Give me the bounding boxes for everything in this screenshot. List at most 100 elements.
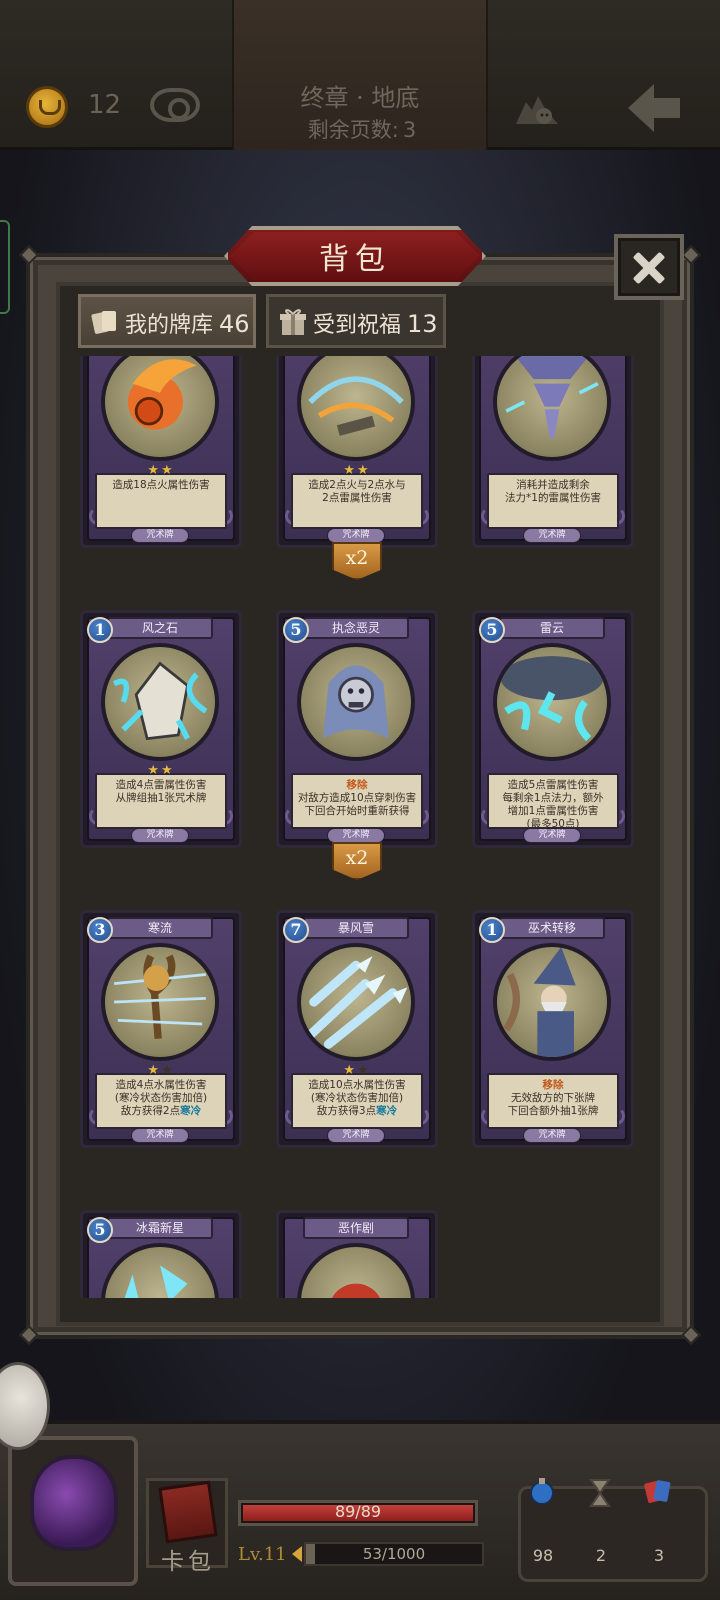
card-keyword: 移除 (542, 1079, 564, 1091)
back-arrow-icon[interactable] (624, 80, 684, 136)
fire-icon (127, 359, 197, 430)
cards-icon[interactable] (643, 1476, 673, 1506)
card-name: 执念恶灵 (303, 617, 409, 639)
eye-icon[interactable] (150, 88, 200, 122)
card-desc-line: (寒冷状态伤害加倍) (310, 1092, 404, 1104)
spell-card[interactable]: ★★ 造成18点火属性伤害 咒术牌 (80, 356, 242, 548)
card-desc-line: 2点雷属性伤害 (322, 492, 392, 504)
card-art-blizzard (297, 943, 415, 1061)
tornado-icon (505, 356, 599, 439)
wizard-icon (503, 947, 576, 1057)
mana-cost-badge: 5 (479, 617, 505, 643)
card-rank: ★★ (83, 1063, 239, 1078)
tab-label: 受到祝福 13 (313, 307, 438, 339)
xp-arrow-icon (292, 1546, 302, 1562)
card-art-prank (297, 1243, 415, 1298)
card-name: 暴风雪 (303, 917, 409, 939)
card-desc-keyword: 寒冷 (376, 1105, 398, 1117)
game-screen: 12 终章 · 地底 剩余页数: 3 背包 我的牌库 46 受到祝福 13 ★★… (0, 0, 720, 1600)
card-type-tag: 咒术牌 (131, 1128, 189, 1143)
card-rank: ★★ (83, 463, 239, 478)
spell-card[interactable]: 冰霜新星 5 (80, 1210, 242, 1298)
card-description: 消耗并造成剩余 法力*1的雷属性伤害 (487, 473, 619, 529)
spell-card[interactable]: 寒流 3 ★★ 造成4点水属性伤害 (寒冷状态伤害加倍) 敌方获得2点寒冷 咒术牌 (80, 910, 242, 1148)
card-art-stone (101, 643, 219, 761)
card-type-tag: 咒术牌 (327, 528, 385, 543)
cold-icon (114, 954, 206, 1039)
spell-card[interactable]: 恶作剧 (276, 1210, 438, 1298)
card-desc-text: 敌方获得2点 (120, 1105, 181, 1117)
card-desc-line: (寒冷状态伤害加倍) (114, 1092, 208, 1104)
card-description: 移除 无效敌方的下张牌 下回合额外抽1张牌 (487, 1073, 619, 1129)
star-empty-icon: ★ (161, 1063, 175, 1078)
card-desc-line: 造成10点水属性伤害 (308, 1079, 406, 1091)
tab-blessings[interactable]: 受到祝福 13 (266, 294, 446, 348)
card-desc-keyword: 寒冷 (180, 1105, 202, 1117)
card-desc-line: 造成18点火属性伤害 (112, 479, 210, 491)
spellbook-icon (158, 1480, 218, 1544)
mana-cost-badge: 1 (479, 917, 505, 943)
star-icon: ★ (147, 1063, 161, 1078)
card-desc-line: 敌方获得2点寒冷 (97, 1105, 225, 1118)
spell-card[interactable]: 雷云 5 造成5点雷属性伤害 每剩余1点法力，额外 增加1点雷属性伤害 (最多50点) 咒术… (472, 610, 634, 848)
side-panel-tab[interactable] (0, 220, 10, 314)
pages-left-value: 3 (402, 118, 417, 142)
hourglass-icon[interactable] (585, 1478, 615, 1508)
tab-count: 46 (219, 310, 250, 338)
card-description: 造成5点雷属性伤害 每剩余1点法力，额外 增加1点雷属性伤害 (最多50点) (487, 773, 619, 830)
card-rank: ★★ (279, 463, 435, 478)
tab-my-deck[interactable]: 我的牌库 46 (78, 294, 256, 348)
spell-card[interactable]: 风之石 1 ★★ 造成4点雷属性伤害 从牌组抽1张咒术牌 咒术牌 (80, 610, 242, 848)
cloud-icon (500, 656, 604, 742)
card-art-tornado (493, 356, 611, 461)
star-icon: ★ (343, 1063, 357, 1078)
modal-header: 背包 (224, 226, 486, 286)
card-name: 雷云 (499, 617, 605, 639)
card-keyword: 移除 (346, 779, 368, 791)
mana-cost-badge: 3 (87, 917, 113, 943)
card-description: 造成10点水属性伤害 (寒冷状态伤害加倍) 敌方获得3点寒冷 (291, 1073, 423, 1129)
card-type-tag: 咒术牌 (131, 528, 189, 543)
duplicate-count-badge: x2 (332, 542, 382, 580)
card-rank: ★★ (83, 763, 239, 778)
card-desc-line: 下回合额外抽1张牌 (507, 1105, 599, 1117)
potion-count: 98 (532, 1546, 554, 1565)
card-type-tag: 咒术牌 (523, 828, 581, 843)
card-desc-text: 敌方获得3点 (316, 1105, 377, 1117)
modal-title: 背包 (319, 242, 391, 277)
card-desc-line: 敌方获得3点寒冷 (293, 1105, 421, 1118)
star-icon: ★ (161, 763, 175, 778)
spell-card[interactable]: 巫术转移 1 移除 无效敌方的下张牌 下回合额外抽1张牌 咒术牌 (472, 910, 634, 1148)
card-desc-line: 增加1点雷属性伤害 (507, 805, 599, 817)
spell-card[interactable]: ★★ 造成2点火与2点水与 2点雷属性伤害 咒术牌 (276, 356, 438, 548)
ghost-icon (323, 665, 389, 739)
card-art-storm (297, 356, 415, 461)
mana-cost-badge: 1 (87, 617, 113, 643)
hourglass-count: 2 (595, 1546, 607, 1565)
spell-card[interactable]: 消耗并造成剩余 法力*1的雷属性伤害 咒术牌 (472, 356, 634, 548)
potion-icon[interactable] (527, 1476, 557, 1506)
card-art-ghost (297, 643, 415, 761)
stone-icon (112, 661, 208, 741)
map-icon[interactable] (512, 88, 562, 128)
card-art-cloud (493, 643, 611, 761)
close-button[interactable] (614, 234, 684, 300)
chapter-title: 终章 · 地底 (300, 84, 420, 112)
card-desc-line: 对敌方造成10点穿刺伤害 (297, 792, 417, 804)
spell-card[interactable]: 暴风雪 7 ★★ 造成10点水属性伤害 (寒冷状态伤害加倍) 敌方获得3点寒冷 咒术牌 (276, 910, 438, 1148)
prank-icon (331, 1283, 381, 1298)
mana-cost-badge: 5 (87, 1217, 113, 1243)
card-desc-line: 造成4点水属性伤害 (115, 1079, 207, 1091)
card-description: 造成4点水属性伤害 (寒冷状态伤害加倍) 敌方获得2点寒冷 (95, 1073, 227, 1129)
star-empty-icon: ★ (357, 1063, 371, 1078)
card-desc-line: 下回合开始时重新获得 (304, 805, 410, 817)
blizzard-icon (305, 956, 408, 1049)
star-icon: ★ (357, 463, 371, 478)
card-description: 造成2点火与2点水与 2点雷属性伤害 (291, 473, 423, 529)
card-art-frost (101, 1243, 219, 1298)
card-description: 造成4点雷属性伤害 从牌组抽1张咒术牌 (95, 773, 227, 829)
gift-icon (280, 309, 306, 335)
card-rank: ★★ (279, 1063, 435, 1078)
tab-count: 13 (407, 310, 438, 338)
spell-card[interactable]: 执念恶灵 5 移除 对敌方造成10点穿刺伤害 下回合开始时重新获得 咒术牌 (276, 610, 438, 848)
